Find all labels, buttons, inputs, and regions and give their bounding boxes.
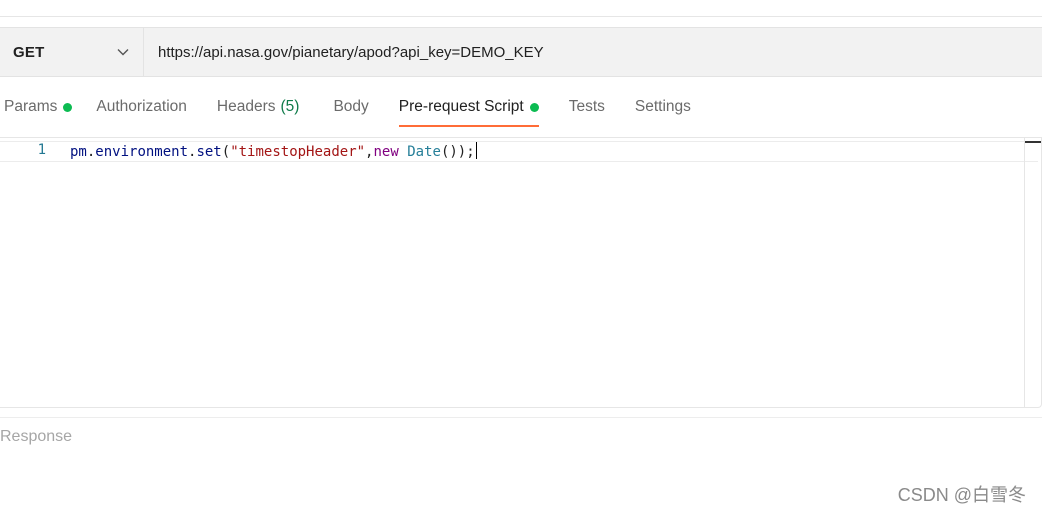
code-token: (: [221, 144, 231, 160]
text-caret: [475, 142, 478, 159]
request-tabs: Params Authorization Headers (5) Body Pr…: [0, 88, 691, 128]
tab-label: Settings: [634, 98, 691, 115]
tab-headers[interactable]: Headers (5): [217, 88, 300, 128]
code-token: Date: [407, 144, 441, 160]
response-divider: [0, 417, 1042, 418]
tab-authorization[interactable]: Authorization: [96, 88, 186, 128]
tab-label: Body: [333, 98, 369, 115]
chevron-down-icon: [116, 45, 130, 59]
top-divider: [0, 16, 1042, 17]
script-editor[interactable]: 1 pm.environment.set("timestopHeader",ne…: [0, 137, 1042, 408]
scrollbar-thumb[interactable]: [1025, 141, 1041, 143]
tab-label: Pre-request Script: [398, 98, 524, 115]
tab-body[interactable]: Body: [333, 88, 368, 128]
tab-tests[interactable]: Tests: [569, 88, 605, 128]
editor-scrollbar[interactable]: [1024, 138, 1041, 407]
headers-count-badge: (5): [280, 98, 300, 115]
tab-label: Params: [4, 98, 58, 115]
http-method-dropdown[interactable]: GET: [0, 28, 144, 76]
code-token: environment: [95, 144, 189, 160]
tab-label: Authorization: [96, 98, 187, 115]
code-token: set: [196, 144, 222, 160]
code-line[interactable]: pm.environment.set("timestopHeader",new …: [70, 142, 478, 160]
status-dot-icon: [63, 103, 73, 112]
tab-label: Tests: [568, 98, 605, 115]
watermark-text: CSDN @白雪冬: [897, 485, 1026, 505]
code-token: new: [373, 144, 399, 160]
tab-label: Headers: [216, 98, 276, 115]
http-method-label: GET: [13, 43, 45, 61]
response-section-title: Response: [0, 428, 73, 445]
code-token: ());: [440, 144, 475, 160]
request-url-bar: GET: [0, 27, 1042, 77]
line-number: 1: [37, 142, 46, 158]
tab-params[interactable]: Params: [4, 88, 73, 128]
code-token: "timestopHeader": [230, 144, 366, 160]
status-dot-icon: [529, 103, 539, 112]
tab-settings[interactable]: Settings: [635, 88, 691, 128]
code-token: pm: [70, 144, 87, 160]
request-url-input[interactable]: [144, 27, 1042, 77]
tab-pre-request-script[interactable]: Pre-request Script: [398, 88, 539, 128]
